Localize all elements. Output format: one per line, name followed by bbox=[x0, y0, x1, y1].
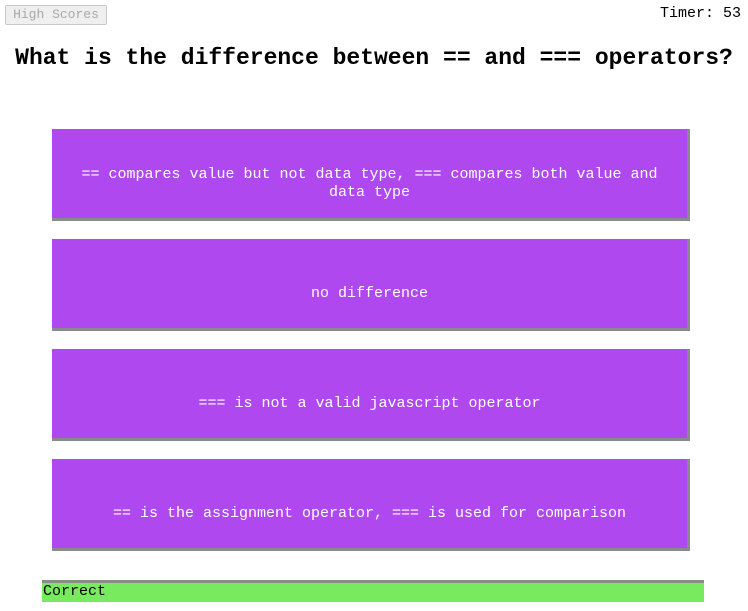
answer-list: == compares value but not data type, ===… bbox=[52, 129, 690, 569]
answer-option-1[interactable]: == compares value but not data type, ===… bbox=[52, 129, 690, 221]
answer-option-4[interactable]: == is the assignment operator, === is us… bbox=[52, 459, 690, 551]
answer-option-3[interactable]: === is not a valid javascript operator bbox=[52, 349, 690, 441]
question-text: What is the difference between == and ==… bbox=[15, 45, 733, 71]
timer-display: Timer: 53 bbox=[659, 5, 741, 22]
high-scores-button[interactable]: High Scores bbox=[5, 5, 107, 25]
answer-option-2[interactable]: no difference bbox=[52, 239, 690, 331]
answer-feedback-bar: Correct bbox=[42, 580, 704, 602]
quiz-page: High Scores Timer: 53 What is the differ… bbox=[0, 0, 748, 611]
